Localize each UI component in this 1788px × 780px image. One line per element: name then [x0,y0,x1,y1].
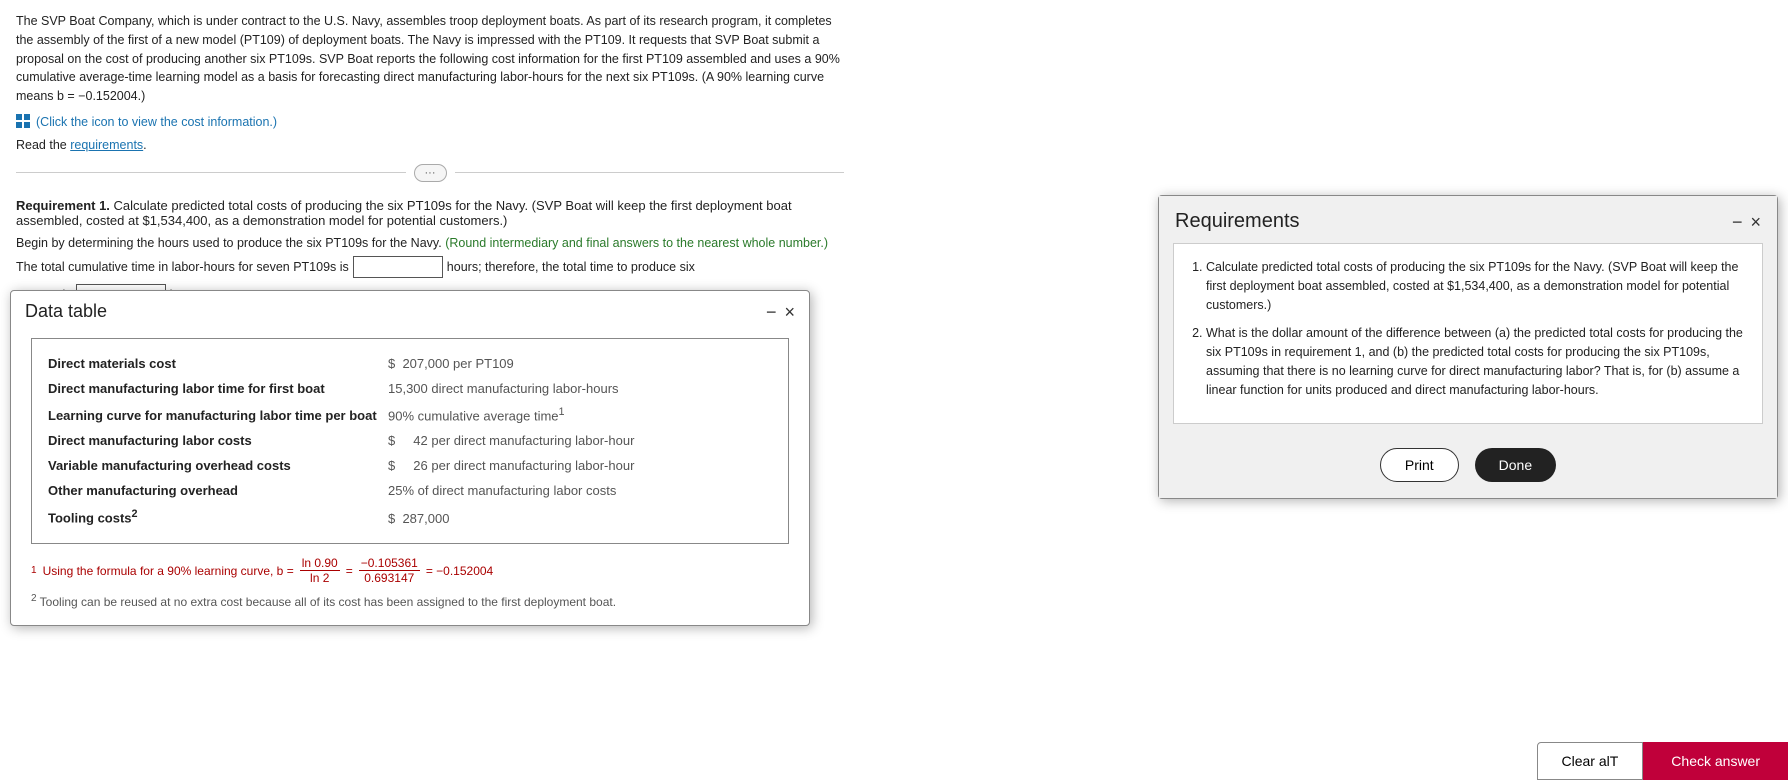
table-row: Direct materials cost $ 207,000 per PT10… [48,351,772,376]
table-row: Variable manufacturing overhead costs $ … [48,453,772,478]
round-note: (Round intermediary and final answers to… [445,236,828,250]
requirements-minimize[interactable]: − [1732,213,1743,231]
list-item: What is the dollar amount of the differe… [1206,324,1748,399]
row-value: 15,300 direct manufacturing labor-hours [388,381,772,396]
table-row: Tooling costs2 $ 287,000 [48,503,772,530]
seven-pt109s-input[interactable] [353,256,443,278]
row-value: $ 26 per direct manufacturing labor-hour [388,458,772,473]
data-table-modal: Data table − × Direct materials cost $ 2… [10,290,810,626]
cost-info-link[interactable]: (Click the icon to view the cost informa… [16,114,277,130]
inline-answer-1: The total cumulative time in labor-hours… [16,256,844,278]
requirements-close[interactable]: × [1750,213,1761,231]
grid-icon [16,114,32,130]
requirements-link[interactable]: requirements [70,138,143,152]
done-button[interactable]: Done [1475,448,1556,482]
requirements-list: Calculate predicted total costs of produ… [1188,258,1748,399]
intro-paragraph: The SVP Boat Company, which is under con… [16,12,844,106]
row-label: Variable manufacturing overhead costs [48,458,388,473]
data-table-controls: − × [766,303,795,321]
fraction2-num: −0.105361 [359,556,420,571]
row-label: Learning curve for manufacturing labor t… [48,408,388,423]
table-row: Direct manufacturing labor costs $ 42 pe… [48,428,772,453]
table-row: Other manufacturing overhead 25% of dire… [48,478,772,503]
requirements-modal: Requirements − × Calculate predicted tot… [1158,195,1778,499]
print-button[interactable]: Print [1380,448,1459,482]
row-label: Other manufacturing overhead [48,483,388,498]
table-row: Learning curve for manufacturing labor t… [48,401,772,428]
requirements-content: Calculate predicted total costs of produ… [1173,243,1763,424]
table-row: Direct manufacturing labor time for firs… [48,376,772,401]
read-requirements-line: Read the requirements. [16,138,844,152]
begin-text: Begin by determining the hours used to p… [16,236,844,250]
fraction1-num: ln 0.90 [300,556,340,571]
row-value: $ 207,000 per PT109 [388,356,772,371]
cost-info-text: (Click the icon to view the cost informa… [36,115,277,129]
fraction2: −0.105361 0.693147 [359,556,420,586]
data-table-header: Data table − × [11,291,809,328]
requirement1-heading: Requirement 1. Calculate predicted total… [16,198,844,228]
divider-button[interactable]: ··· [414,164,447,182]
main-content: The SVP Boat Company, which is under con… [0,0,860,324]
data-table-inner: Direct materials cost $ 207,000 per PT10… [31,338,789,544]
footnote1-text: Using the formula for a 90% learning cur… [43,564,294,578]
row-label: Direct materials cost [48,356,388,371]
requirements-footer: Print Done [1159,438,1777,498]
bottom-bar: Clear alT Check answer [1537,742,1788,780]
divider: ··· [16,164,844,182]
divider-line-right [455,172,845,173]
row-label: Direct manufacturing labor costs [48,433,388,448]
inline1-after: hours; therefore, the total time to prod… [447,260,695,274]
footnote2: 2 Tooling can be reused at no extra cost… [31,593,789,609]
fraction2-den: 0.693147 [362,571,416,585]
requirements-title: Requirements [1175,210,1300,233]
row-value: 90% cumulative average time1 [388,406,772,423]
clear-all-button[interactable]: Clear alT [1537,742,1644,780]
fraction1-den: ln 2 [308,571,331,585]
requirements-controls: − × [1732,213,1761,231]
data-table-title: Data table [25,301,107,322]
result-text: = −0.152004 [426,564,493,578]
row-label: Direct manufacturing labor time for firs… [48,381,388,396]
row-value: $ 287,000 [388,511,772,526]
footnote-section: 1 Using the formula for a 90% learning c… [31,556,789,610]
equals1: = [346,564,353,578]
divider-line-left [16,172,406,173]
list-item: Calculate predicted total costs of produ… [1206,258,1748,314]
data-table-close[interactable]: × [784,303,795,321]
row-value: $ 42 per direct manufacturing labor-hour [388,433,772,448]
check-answer-button[interactable]: Check answer [1643,742,1788,780]
row-value: 25% of direct manufacturing labor costs [388,483,772,498]
inline1-before: The total cumulative time in labor-hours… [16,260,349,274]
footnote1: 1 Using the formula for a 90% learning c… [31,556,789,586]
requirements-header: Requirements − × [1159,196,1777,243]
data-table-content: Direct materials cost $ 207,000 per PT10… [11,328,809,625]
row-label: Tooling costs2 [48,508,388,525]
fraction1: ln 0.90 ln 2 [300,556,340,586]
data-table-minimize[interactable]: − [766,303,777,321]
